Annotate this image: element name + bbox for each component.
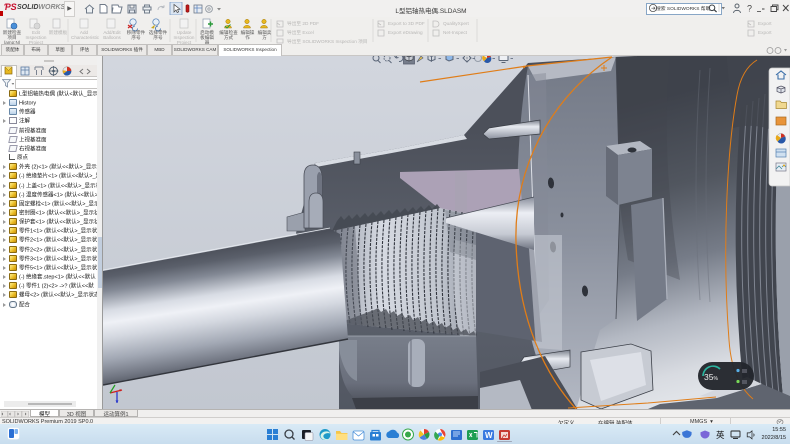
svg-text:W: W <box>485 431 493 440</box>
svg-text:Net-Inspect: Net-Inspect <box>443 30 468 35</box>
svg-text:Export eDrawing: Export eDrawing <box>388 30 423 35</box>
svg-text:Export to 3D PDF: Export to 3D PDF <box>388 21 425 26</box>
svg-text:英: 英 <box>716 430 725 440</box>
svg-text:导出至 Excel: 导出至 Excel <box>287 29 314 36</box>
svg-text:QualityXpert: QualityXpert <box>443 21 469 26</box>
svg-text:Export: Export <box>758 21 772 26</box>
svg-text:导出至 2D PDF: 导出至 2D PDF <box>287 20 319 27</box>
svg-text:Export: Export <box>758 30 772 35</box>
svg-text:?: ? <box>747 4 752 14</box>
